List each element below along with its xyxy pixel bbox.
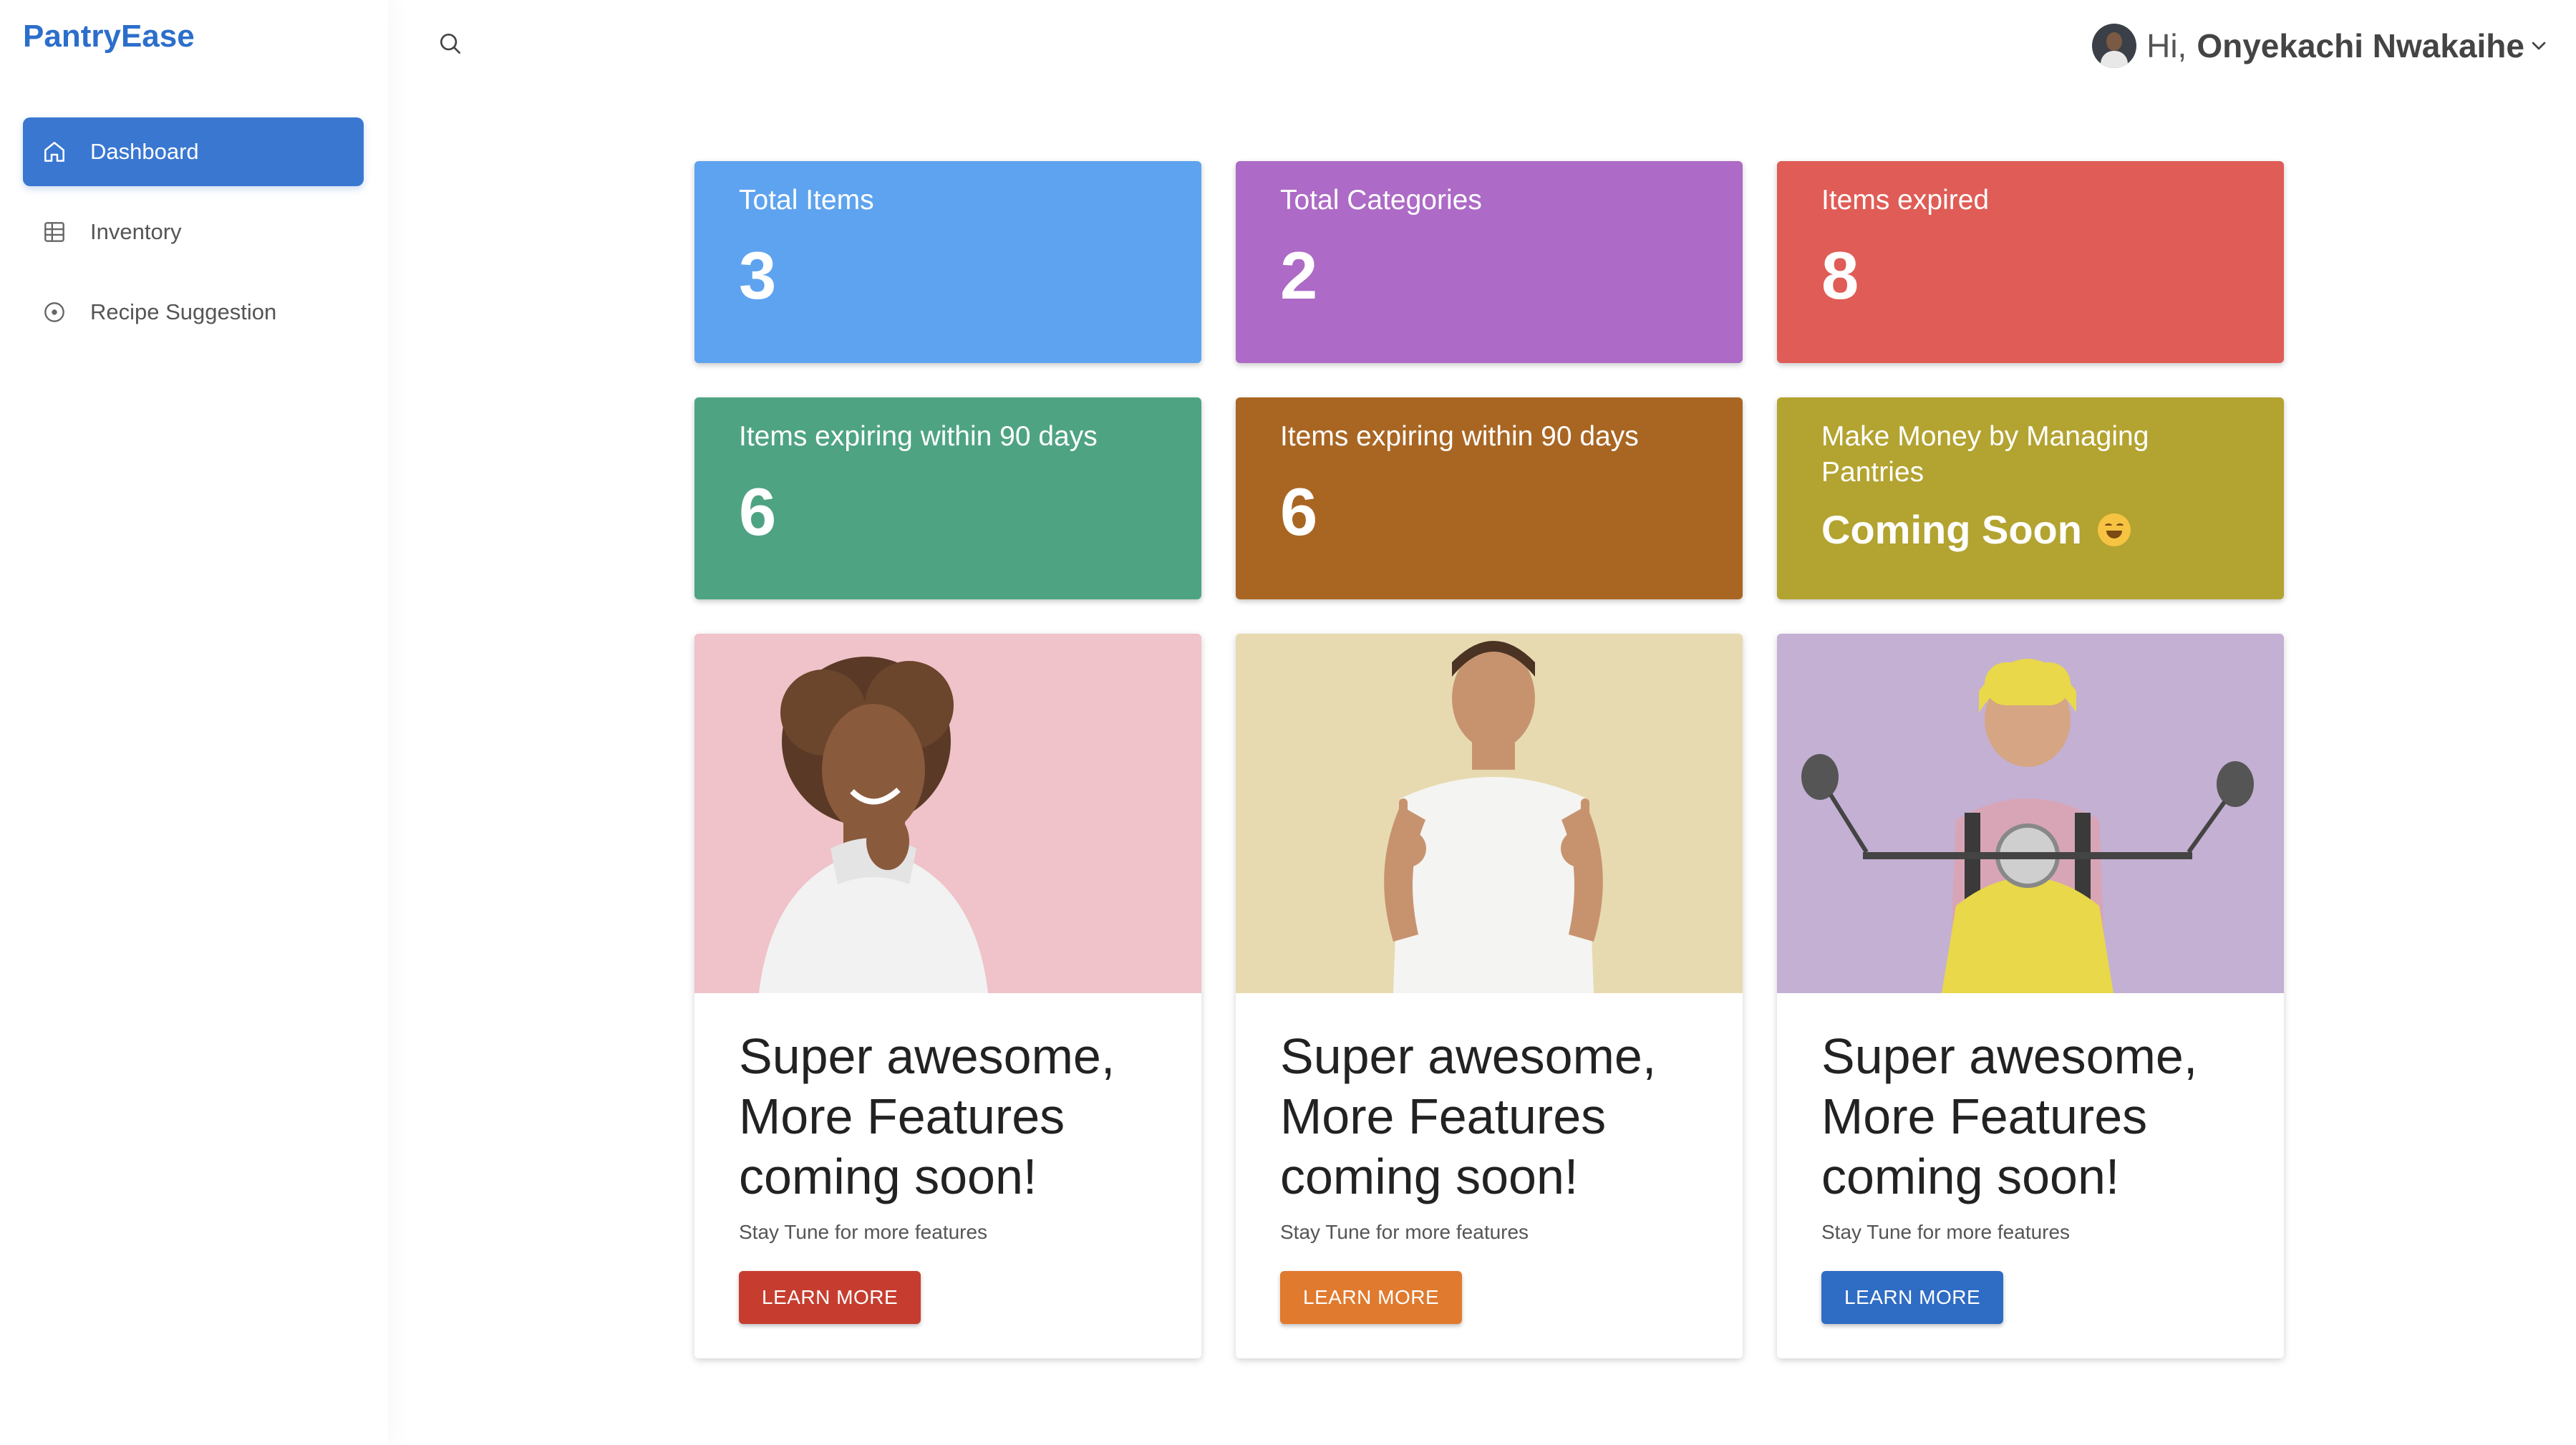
- sidebar-item-recipe-suggestion[interactable]: Recipe Suggestion: [23, 278, 364, 347]
- stat-value: Coming Soon: [1821, 507, 2082, 552]
- feature-subtitle: Stay Tune for more features: [1280, 1221, 1529, 1243]
- stat-label: Total Items: [739, 185, 874, 216]
- sidebar-item-label: Recipe Suggestion: [90, 299, 277, 324]
- stat-card-total-items: Total Items 3: [694, 161, 1201, 363]
- stat-value: 6: [739, 474, 777, 549]
- feature-photo-man: [1236, 634, 1743, 993]
- feature-title: Super awesome, More Features coming soon…: [1280, 1028, 1657, 1204]
- stat-card-items-expired: Items expired 8: [1777, 161, 2284, 363]
- stat-card-total-categories: Total Categories 2: [1236, 161, 1743, 363]
- learn-more-button[interactable]: LEARN MORE: [739, 1271, 921, 1324]
- avatar[interactable]: [2092, 24, 2137, 68]
- search-icon[interactable]: [437, 30, 468, 62]
- stat-value: 8: [1821, 238, 1859, 313]
- stat-label: Make Money by Managing Pantries: [1821, 421, 2149, 488]
- brand-logo[interactable]: PantryEase: [23, 19, 195, 54]
- learn-more-button[interactable]: LEARN MORE: [1821, 1271, 2004, 1324]
- sidebar-item-dashboard[interactable]: Dashboard: [23, 117, 364, 186]
- stat-card-expiring-90-days: Items expiring within 90 days 6: [1236, 397, 1743, 599]
- sidebar-item-inventory[interactable]: Inventory: [23, 198, 364, 266]
- feature-title: Super awesome, More Features coming soon…: [739, 1028, 1115, 1204]
- feature-photo-woman: [694, 634, 1201, 993]
- learn-more-button[interactable]: LEARN MORE: [1280, 1271, 1463, 1324]
- home-icon: [40, 137, 69, 166]
- feature-card: Super awesome, More Features coming soon…: [1777, 634, 2284, 1358]
- sidebar-nav: Dashboard Inventory Recipe Suggestion: [23, 117, 364, 358]
- sidebar-item-label: Dashboard: [90, 139, 199, 164]
- sidebar: PantryEase Dashboard Inventory Recipe Su…: [0, 0, 388, 1445]
- stat-label: Items expired: [1821, 185, 1990, 216]
- user-name: Onyekachi Nwakaihe: [2197, 27, 2524, 64]
- feature-subtitle: Stay Tune for more features: [1821, 1221, 2071, 1243]
- sidebar-item-label: Inventory: [90, 219, 182, 244]
- stat-card-make-money: Make Money by Managing Pantries Coming S…: [1777, 397, 2284, 599]
- feature-subtitle: Stay Tune for more features: [739, 1221, 988, 1243]
- coming-soon-text: Coming Soon: [1821, 506, 2240, 553]
- stat-label: Items expiring within 90 days: [1280, 421, 1639, 452]
- circle-dot-icon: [40, 298, 69, 327]
- feature-title: Super awesome, More Features coming soon…: [1821, 1028, 2198, 1204]
- feature-card: Super awesome, More Features coming soon…: [1236, 634, 1743, 1358]
- feature-photo-scooter-rider: [1777, 634, 2284, 993]
- table-icon: [40, 218, 69, 246]
- user-menu[interactable]: Hi, Onyekachi Nwakaihe: [2092, 23, 2550, 69]
- stat-value: 6: [1280, 474, 1318, 549]
- feature-card: Super awesome, More Features coming soon…: [694, 634, 1201, 1358]
- stat-value: 2: [1280, 238, 1318, 313]
- stat-label: Items expiring within 90 days: [739, 421, 1098, 452]
- stat-value: 3: [739, 238, 777, 313]
- greeting-text: Hi,: [2146, 27, 2187, 64]
- stat-label: Total Categories: [1280, 185, 1482, 216]
- chevron-down-icon[interactable]: [2527, 34, 2550, 57]
- stat-card-expiring-90-days: Items expiring within 90 days 6: [694, 397, 1201, 599]
- smiley-emoji-icon: [2097, 513, 2131, 546]
